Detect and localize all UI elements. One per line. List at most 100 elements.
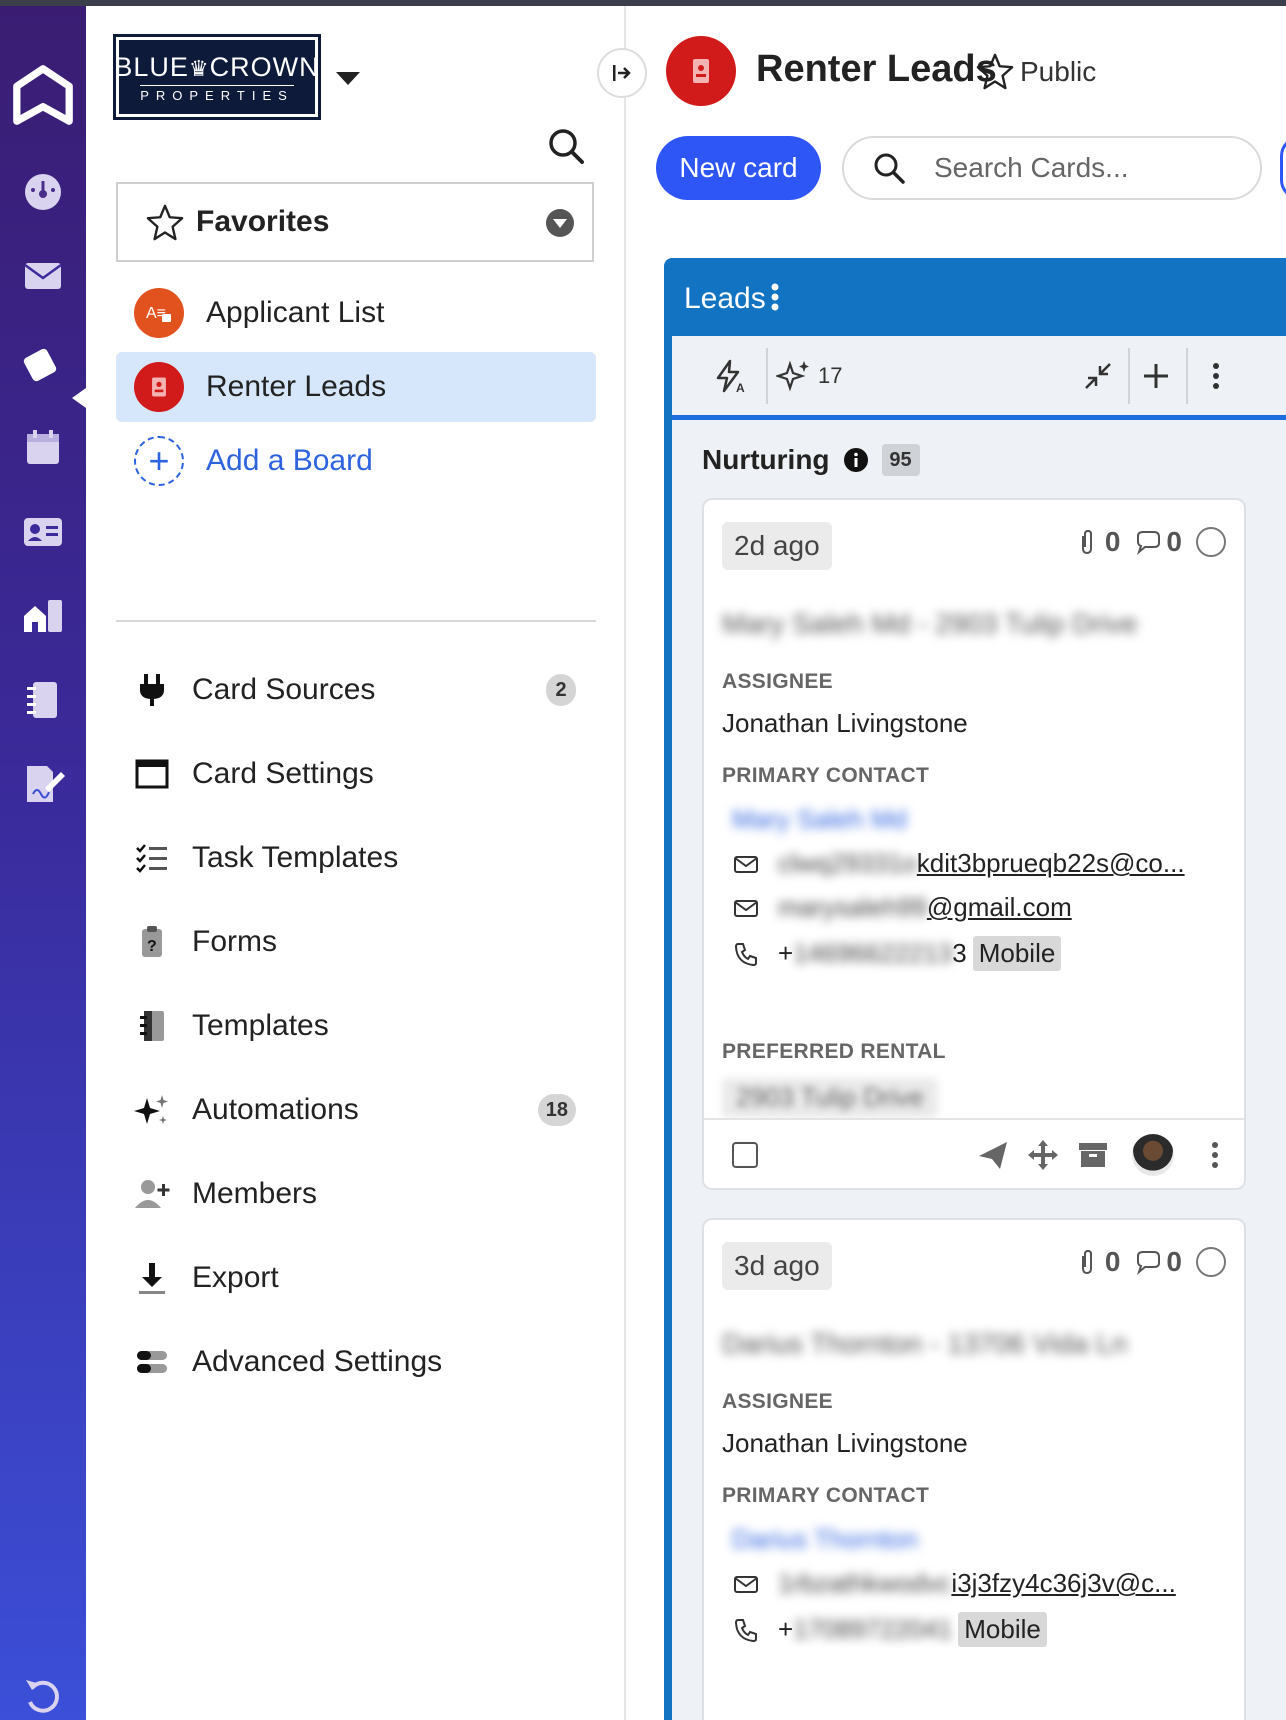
checklist-icon [130, 836, 174, 880]
comments-count[interactable]: 0 [1134, 1246, 1182, 1278]
add-member-icon [130, 1172, 174, 1216]
menu-label: Forms [192, 925, 277, 958]
complete-toggle[interactable] [1196, 1247, 1226, 1277]
mail-icon [734, 1575, 758, 1593]
comments-count[interactable]: 0 [1134, 526, 1182, 558]
assignee-name: Jonathan Livingstone [722, 1428, 968, 1458]
column-toolbar: A 17 [672, 336, 1286, 420]
company-logo[interactable]: BLUE♛CROWN PROPERTIES [113, 34, 321, 120]
search-cards-field[interactable] [842, 136, 1262, 200]
search-icon [874, 153, 905, 184]
menu-label: Card Settings [192, 757, 374, 790]
plug-icon [130, 668, 174, 712]
lead-card[interactable]: 2d ago 0 0 Mary Saleh Md - 2903 Tulip Dr… [702, 498, 1246, 1190]
toolbar-separator [1128, 348, 1130, 404]
info-icon[interactable] [843, 448, 868, 472]
column-menu-icon[interactable] [770, 282, 780, 312]
favorites-label: Favorites [196, 205, 330, 238]
sidebar-item-applicant-list[interactable]: A≡ Applicant List [116, 278, 596, 348]
favorites-dropdown[interactable]: Favorites [116, 182, 594, 262]
auto-assign-icon[interactable]: A [712, 356, 748, 396]
phone-icon [734, 1618, 757, 1642]
menu-label: Advanced Settings [192, 1345, 443, 1378]
toggles-icon [130, 1340, 174, 1384]
stage-name: Nurturing [702, 444, 830, 475]
visibility-label[interactable]: Public [1020, 56, 1096, 88]
assignee-label: ASSIGNEE [722, 670, 833, 693]
new-card-button[interactable]: New card [656, 136, 821, 200]
attachments-count[interactable]: 0 [1073, 1246, 1120, 1278]
plus-icon: + [134, 436, 184, 486]
add-card-icon[interactable] [1138, 356, 1174, 396]
active-indicator [72, 388, 86, 408]
menu-card-sources[interactable]: Card Sources 2 [116, 662, 596, 718]
home-logo-icon[interactable] [0, 50, 86, 140]
assignee-label: ASSIGNEE [722, 1390, 833, 1413]
menu-templates[interactable]: Templates [116, 998, 596, 1054]
menu-label: Export [192, 1261, 279, 1294]
phone-row[interactable]: +17089722041 Mobile [732, 1612, 1047, 1647]
sign-document-icon[interactable] [0, 754, 86, 814]
collapse-sidebar-button[interactable] [597, 48, 647, 98]
board-sidebar: BLUE♛CROWN PROPERTIES Favorites A≡ Appli… [86, 6, 626, 1720]
card-age: 3d ago [722, 1242, 832, 1290]
menu-label: Automations [192, 1093, 359, 1126]
lead-card[interactable]: 3d ago 0 0 Darius Thornton - 13706 Vida … [702, 1218, 1246, 1720]
menu-automations[interactable]: Automations 18 [116, 1082, 596, 1138]
email-row[interactable]: marysaleh99 @gmail.com [732, 892, 1072, 923]
stage-count: 95 [881, 444, 920, 476]
count-badge: 2 [546, 674, 576, 706]
badge-icon [134, 362, 184, 412]
email-row[interactable]: 1rbzathkwodvc i3j3fzy4c36j3v@c... [732, 1568, 1176, 1599]
email-row[interactable]: clwq29331o kdit3bprueqb22s@co... [732, 848, 1185, 879]
filter-button[interactable] [1280, 136, 1286, 200]
stage-header: Nurturing 95 [702, 444, 920, 476]
complete-toggle[interactable] [1196, 527, 1226, 557]
notebook-icon[interactable] [0, 670, 86, 730]
preferred-rental-chip[interactable]: 2903 Tulip Drive [722, 1078, 938, 1118]
favorite-star-icon[interactable] [976, 52, 1014, 90]
card-meta: 0 0 [1073, 526, 1226, 558]
dashboard-icon[interactable] [0, 162, 86, 222]
assignee-avatar[interactable] [1132, 1134, 1174, 1176]
collapse-column-icon[interactable] [1080, 356, 1116, 396]
contact-name-link[interactable]: Mary Saleh Md [732, 804, 907, 835]
tags-icon[interactable] [0, 334, 86, 394]
undo-icon[interactable] [20, 1674, 64, 1718]
menu-export[interactable]: Export [116, 1250, 596, 1306]
search-icon[interactable] [546, 126, 586, 166]
menu-members[interactable]: Members [116, 1166, 596, 1222]
sidebar-divider [116, 620, 596, 622]
phone-row[interactable]: +14696622213 3 Mobile [732, 936, 1062, 971]
contact-name-link[interactable]: Darius Thornton [732, 1524, 918, 1555]
send-icon[interactable] [976, 1138, 1010, 1172]
more-options-icon[interactable] [1198, 356, 1234, 396]
page-title: Renter Leads [756, 48, 997, 90]
select-checkbox[interactable] [732, 1142, 758, 1168]
card-title[interactable]: Darius Thornton - 13706 Vida Ln [722, 1328, 1127, 1360]
primary-contact-label: PRIMARY CONTACT [722, 1484, 930, 1507]
archive-icon[interactable] [1076, 1138, 1110, 1172]
move-icon[interactable] [1026, 1138, 1060, 1172]
menu-label: Task Templates [192, 841, 399, 874]
sidebar-item-renter-leads[interactable]: Renter Leads [116, 352, 596, 422]
attachments-count[interactable]: 0 [1073, 526, 1120, 558]
menu-forms[interactable]: ? Forms [116, 914, 596, 970]
count-badge: 18 [537, 1094, 576, 1126]
comment-icon [1137, 531, 1161, 556]
property-icon[interactable] [0, 586, 86, 646]
add-board-button[interactable]: + Add a Board [116, 426, 596, 496]
card-menu-icon[interactable] [1210, 1140, 1220, 1170]
menu-task-templates[interactable]: Task Templates [116, 830, 596, 886]
search-cards-input[interactable] [934, 152, 1234, 184]
ai-actions-button[interactable]: 17 [776, 356, 842, 396]
mail-icon[interactable] [0, 246, 86, 306]
card-title[interactable]: Mary Saleh Md - 2903 Tulip Drive [722, 608, 1138, 640]
workspace-dropdown-caret[interactable] [336, 72, 360, 85]
sparkles-icon [776, 360, 809, 392]
menu-card-settings[interactable]: Card Settings [116, 746, 596, 802]
toolbar-separator [1186, 348, 1188, 404]
contact-card-icon[interactable] [0, 502, 86, 562]
calendar-icon[interactable] [0, 418, 86, 478]
menu-advanced-settings[interactable]: Advanced Settings [116, 1334, 596, 1390]
